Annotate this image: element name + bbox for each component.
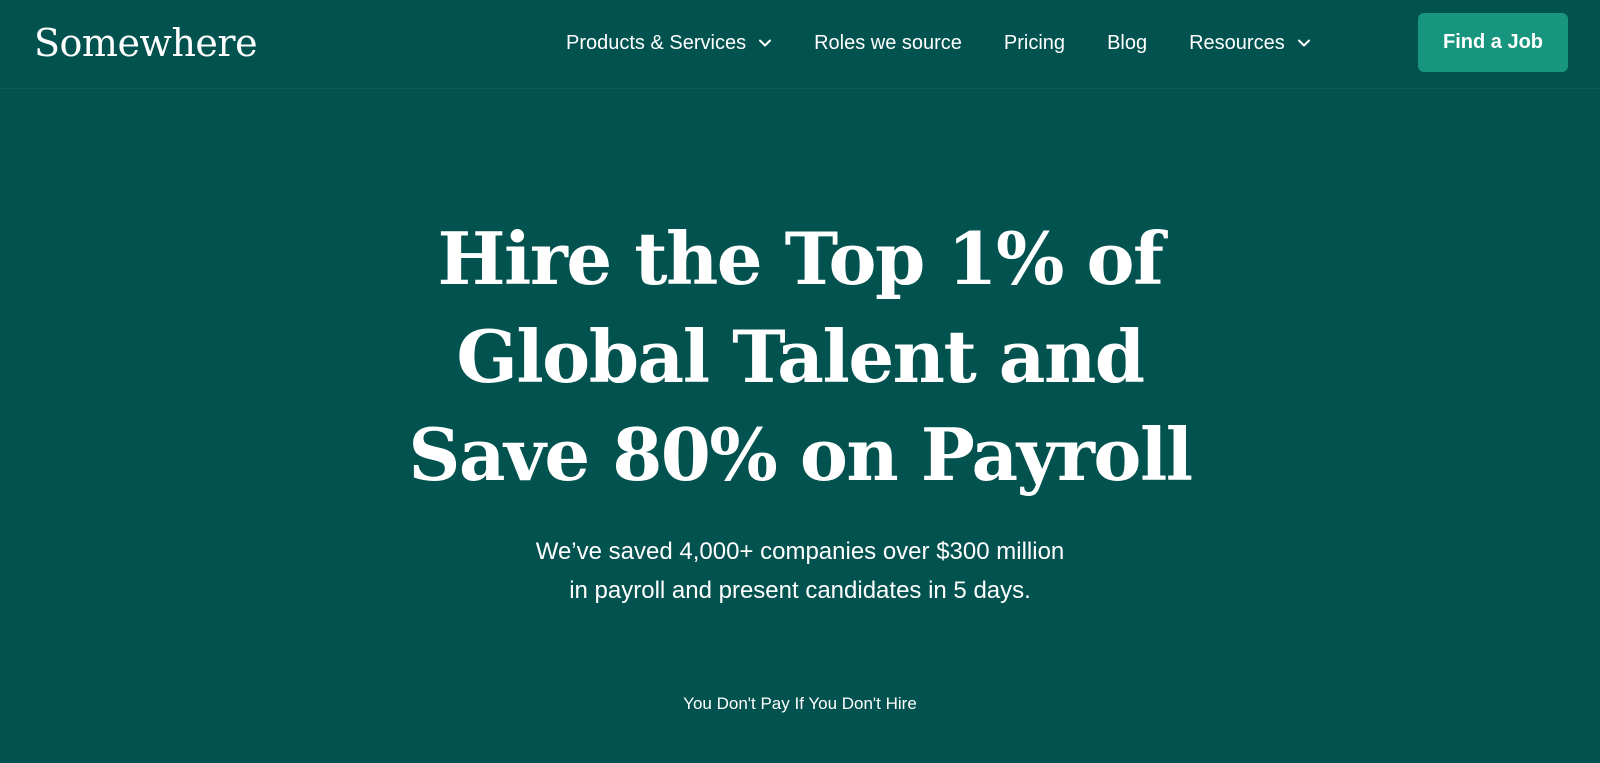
nav-item-blog[interactable]: Blog bbox=[1107, 32, 1147, 55]
hero-subtext-line: in payroll and present candidates in 5 d… bbox=[569, 577, 1031, 604]
nav-item-label: Resources bbox=[1189, 31, 1285, 54]
nav-item-label: Pricing bbox=[1003, 31, 1066, 54]
hero-tagline: You Don't Pay If You Don't Hire bbox=[683, 694, 917, 713]
nav-item-products-services[interactable]: Products & Services bbox=[566, 32, 772, 55]
logo[interactable]: Somewhere bbox=[34, 18, 258, 68]
hero-headline: Hire the Top 1% of Global Talent and Sav… bbox=[350, 210, 1250, 504]
main-nav: Products & Services Roles we source Pric… bbox=[566, 25, 1311, 61]
find-a-job-button[interactable]: Find a Job bbox=[1418, 13, 1568, 72]
nav-item-label: Roles we source bbox=[814, 31, 962, 54]
chevron-down-icon bbox=[758, 36, 772, 50]
top-navbar: Somewhere Products & Services Roles we s… bbox=[0, 0, 1600, 89]
nav-item-label: Products & Services bbox=[566, 31, 747, 54]
nav-item-resources[interactable]: Resources bbox=[1189, 32, 1311, 55]
hero-headline-line: Save 80% on Payroll bbox=[408, 412, 1193, 497]
chevron-down-icon bbox=[1297, 36, 1311, 50]
nav-item-pricing[interactable]: Pricing bbox=[1004, 32, 1065, 55]
hero-subtext-line: We’ve saved 4,000+ companies over $300 m… bbox=[535, 538, 1065, 565]
hero-headline-line: Global Talent and bbox=[456, 314, 1145, 399]
hero-section: Hire the Top 1% of Global Talent and Sav… bbox=[0, 210, 1600, 610]
hero-subtext: We’ve saved 4,000+ companies over $300 m… bbox=[450, 532, 1150, 610]
hero-headline-line: Hire the Top 1% of bbox=[437, 216, 1165, 301]
nav-item-label: Blog bbox=[1107, 31, 1148, 54]
nav-item-roles-we-source[interactable]: Roles we source bbox=[814, 32, 962, 55]
